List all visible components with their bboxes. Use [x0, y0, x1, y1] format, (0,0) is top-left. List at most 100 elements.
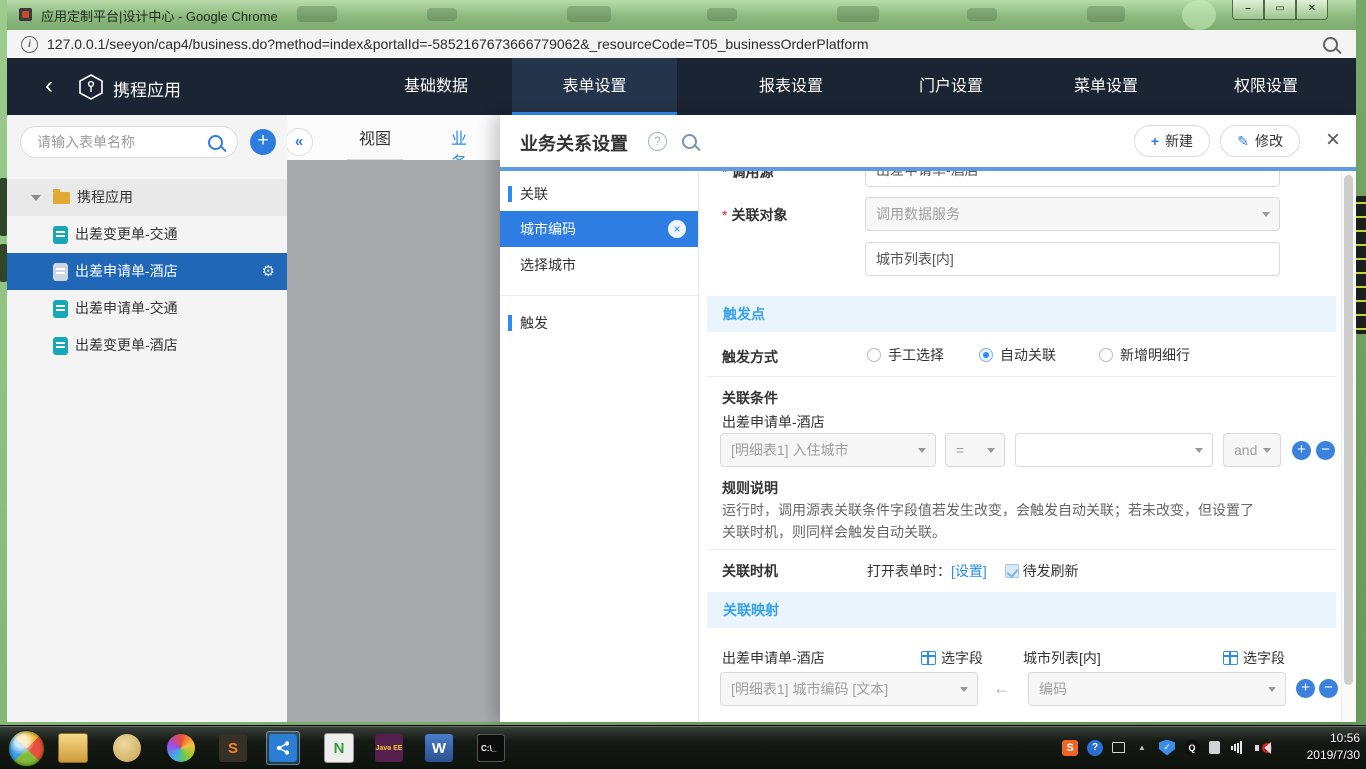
scrollbar-thumb[interactable]	[1344, 175, 1353, 685]
url-text[interactable]: 127.0.0.1/seeyon/cap4/business.do?method…	[47, 36, 869, 52]
timing-settings-link[interactable]: [设置]	[951, 563, 987, 579]
desktop-background: 应用定制平台|设计中心 - Google Chrome – ▭ ✕ i 127.…	[0, 0, 1366, 768]
modify-button[interactable]: ✎修改	[1220, 125, 1300, 157]
remove-mapping-button[interactable]: −	[1319, 679, 1338, 698]
tab-form-settings[interactable]: 表单设置	[512, 58, 677, 115]
nav-section-relation[interactable]: 关联	[500, 177, 698, 211]
taskbar-clock[interactable]: 10:56 2019/7/30	[1307, 730, 1360, 764]
relation-service-input[interactable]: 城市列表[内]	[865, 242, 1280, 276]
sogou-tray-icon[interactable]: S	[1062, 740, 1078, 756]
tree-item-selected[interactable]: 出差申请单-酒店 ⚙	[7, 253, 287, 290]
search-input[interactable]	[35, 133, 199, 151]
taskbar-browser-icon[interactable]	[164, 731, 198, 765]
rule-text-line1: 运行时，调用源表关联条件字段值若发生改变，会触发自动关联；若未改变，但设置了	[722, 500, 1254, 520]
divider	[707, 376, 1336, 377]
clock-time: 10:56	[1307, 730, 1360, 747]
minimize-button[interactable]: –	[1232, 0, 1264, 20]
condition-field-select[interactable]: [明细表1] 入住城市	[720, 433, 936, 467]
word-icon: W	[425, 734, 453, 762]
dialog-title: 业务关系设置	[520, 130, 628, 156]
folder-icon	[58, 733, 88, 763]
radio-auto-relation[interactable]: 自动关联	[979, 345, 1056, 365]
add-condition-button[interactable]: +	[1292, 441, 1311, 460]
pending-refresh-checkbox[interactable]	[1005, 564, 1019, 578]
close-dialog-icon[interactable]: ×	[1326, 127, 1340, 153]
tree-item[interactable]: 出差变更单-交通	[7, 216, 287, 253]
taskbar-sublime-icon[interactable]: S	[216, 731, 250, 765]
delete-relation-icon[interactable]: ×	[668, 220, 686, 238]
dialog-header: 业务关系设置 ? +新建 ✎修改 ×	[500, 115, 1356, 167]
taskbar-active-app-icon[interactable]	[266, 731, 300, 765]
tab-menu-settings[interactable]: 菜单设置	[1060, 58, 1152, 115]
tab-portal-settings[interactable]: 门户设置	[905, 58, 997, 115]
collapse-sidebar-button[interactable]: «	[287, 128, 313, 156]
radio-icon	[979, 348, 993, 362]
close-window-button[interactable]: ✕	[1296, 0, 1328, 20]
form-search-box[interactable]	[20, 126, 238, 158]
qq-tray-icon[interactable]: Q	[1184, 740, 1200, 756]
tree-item[interactable]: 出差申请单-交通	[7, 290, 287, 327]
sublime-icon: S	[219, 734, 247, 762]
mapping-left-select-field-link[interactable]: 选字段	[921, 648, 983, 668]
radio-new-detail-row[interactable]: 新增明细行	[1099, 345, 1190, 365]
browser-url-bar: i 127.0.0.1/seeyon/cap4/business.do?meth…	[7, 30, 1356, 59]
titlebar-glass-blob	[837, 6, 879, 22]
condition-logic-select[interactable]: and	[1223, 433, 1281, 467]
tab-permission-settings[interactable]: 权限设置	[1220, 58, 1312, 115]
search-icon[interactable]	[208, 135, 223, 155]
system-tray: S ? ▲ ✓ Q	[1062, 726, 1270, 769]
add-form-button[interactable]: +	[250, 129, 276, 155]
new-button[interactable]: +新建	[1134, 125, 1210, 157]
add-mapping-button[interactable]: +	[1296, 679, 1315, 698]
tab-view[interactable]: 视图	[347, 125, 403, 161]
taskbar-word-icon[interactable]: W	[422, 731, 456, 765]
nav-section-trigger[interactable]: 触发	[500, 306, 698, 340]
security-shield-tray-icon[interactable]: ✓	[1159, 740, 1175, 756]
radio-icon	[867, 348, 881, 362]
mapping-right-table: 城市列表[内]	[1023, 648, 1101, 668]
start-button[interactable]	[8, 730, 45, 767]
timing-row: 打开表单时：[设置] 待发刷新	[867, 561, 1079, 581]
dialog-scrollbar[interactable]	[1341, 171, 1356, 722]
taskbar-javaee-icon[interactable]: Java EE	[372, 731, 406, 765]
taskbar-explorer-icon[interactable]	[56, 731, 90, 765]
taskbar-navicat-icon[interactable]	[110, 731, 144, 765]
nav-item-city-code[interactable]: 城市编码 ×	[500, 211, 698, 247]
network-signal-tray-icon[interactable]	[1229, 740, 1245, 756]
radio-manual-select[interactable]: 手工选择	[867, 345, 944, 365]
power-plug-tray-icon[interactable]	[1209, 741, 1220, 754]
radio-label: 自动关联	[1000, 345, 1056, 365]
mapping-left-field-select[interactable]: [明细表1] 城市编码 [文本]	[720, 672, 978, 706]
taskbar-notepad-icon[interactable]: N	[322, 731, 356, 765]
nav-item-select-city[interactable]: 选择城市	[500, 247, 698, 283]
help-icon[interactable]: ?	[648, 132, 667, 151]
tree-item[interactable]: 出差变更单-酒店	[7, 327, 287, 364]
gear-icon[interactable]: ⚙	[262, 253, 275, 290]
tree-folder-row[interactable]: 携程应用	[7, 179, 287, 216]
condition-value-select[interactable]	[1015, 433, 1213, 467]
mapping-right-select-field-link[interactable]: 选字段	[1223, 648, 1285, 668]
maximize-button[interactable]: ▭	[1264, 0, 1296, 20]
volume-muted-tray-icon[interactable]	[1254, 740, 1270, 756]
back-chevron-icon[interactable]: ‹	[45, 72, 53, 100]
zoom-dialog-icon[interactable]	[682, 134, 697, 154]
taskbar-cmd-icon[interactable]: C:\_	[474, 731, 508, 765]
call-source-input[interactable]: 出差申请单-酒店	[865, 171, 1280, 187]
magnifier-icon	[1323, 37, 1338, 52]
mapping-section-header: 关联映射	[707, 592, 1336, 628]
mapping-right-field-select[interactable]: 编码	[1028, 672, 1286, 706]
show-hidden-icons[interactable]: ▲	[1134, 740, 1150, 756]
window-restore-tray-icon[interactable]	[1112, 742, 1125, 753]
zoom-page-icon[interactable]	[1323, 37, 1338, 57]
clock-date: 2019/7/30	[1307, 747, 1360, 764]
mute-indicator	[1262, 743, 1272, 753]
help-tray-icon[interactable]: ?	[1087, 740, 1103, 756]
remove-condition-button[interactable]: −	[1316, 441, 1335, 460]
relation-object-select[interactable]: 调用数据服务	[865, 197, 1280, 231]
expand-triangle-icon[interactable]	[31, 195, 41, 206]
tab-report-settings[interactable]: 报表设置	[745, 58, 837, 115]
cmd-icon: C:\_	[477, 734, 505, 762]
tab-basic-data[interactable]: 基础数据	[390, 58, 482, 115]
condition-operator-select[interactable]: =	[945, 433, 1005, 467]
site-info-icon[interactable]: i	[21, 36, 38, 53]
